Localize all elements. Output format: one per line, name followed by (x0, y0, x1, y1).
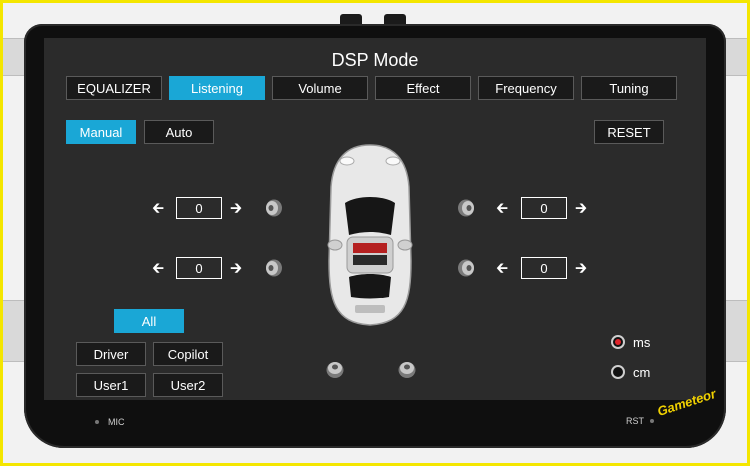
driver-button[interactable]: Driver (76, 342, 146, 366)
right-mount-bracket-lower (722, 300, 750, 362)
cm-label: cm (633, 365, 651, 380)
speaker-icon[interactable] (325, 360, 345, 380)
rear-right-delay-value: 0 (521, 257, 567, 279)
tab-effect[interactable]: Effect (375, 76, 471, 100)
front-left-delay-value: 0 (176, 197, 222, 219)
ms-radio[interactable] (611, 335, 625, 349)
speaker-icon[interactable] (397, 360, 417, 380)
user2-button[interactable]: User2 (153, 373, 223, 397)
rear-left-delay-value: 0 (176, 257, 222, 279)
arrow-left-icon[interactable]: 🡰 (496, 201, 508, 216)
arrow-right-icon[interactable]: 🡲 (575, 201, 587, 216)
car-icon (327, 144, 413, 326)
user1-button[interactable]: User1 (76, 373, 146, 397)
mic-hole (95, 420, 99, 424)
arrow-left-icon[interactable]: 🡰 (152, 201, 164, 216)
tab-volume[interactable]: Volume (272, 76, 368, 100)
tab-equalizer[interactable]: EQUALIZER (66, 76, 162, 100)
arrow-left-icon[interactable]: 🡰 (152, 261, 164, 276)
copilot-button[interactable]: Copilot (153, 342, 223, 366)
ms-label: ms (633, 335, 651, 350)
arrow-left-icon[interactable]: 🡰 (496, 261, 508, 276)
dsp-screen: DSP Mode EQUALIZER Listening Volume Effe… (44, 38, 706, 400)
arrow-right-icon[interactable]: 🡲 (575, 261, 587, 276)
front-right-delay-value: 0 (521, 197, 567, 219)
speaker-icon[interactable] (456, 258, 476, 278)
right-mount-bracket (722, 38, 750, 76)
speaker-icon[interactable] (456, 198, 476, 218)
arrow-right-icon[interactable]: 🡲 (230, 201, 242, 216)
auto-button[interactable]: Auto (144, 120, 214, 144)
rst-label: RST (626, 416, 644, 426)
manual-button[interactable]: Manual (66, 120, 136, 144)
tab-listening[interactable]: Listening (169, 76, 265, 100)
speaker-icon[interactable] (264, 258, 284, 278)
tab-frequency[interactable]: Frequency (478, 76, 574, 100)
tab-tuning[interactable]: Tuning (581, 76, 677, 100)
cm-radio[interactable] (611, 365, 625, 379)
all-button[interactable]: All (114, 309, 184, 333)
speaker-icon[interactable] (264, 198, 284, 218)
reset-hole[interactable] (650, 419, 654, 423)
reset-button[interactable]: RESET (594, 120, 664, 144)
page-title: DSP Mode (331, 50, 419, 70)
mic-label: MIC (108, 417, 125, 427)
arrow-right-icon[interactable]: 🡲 (230, 261, 242, 276)
